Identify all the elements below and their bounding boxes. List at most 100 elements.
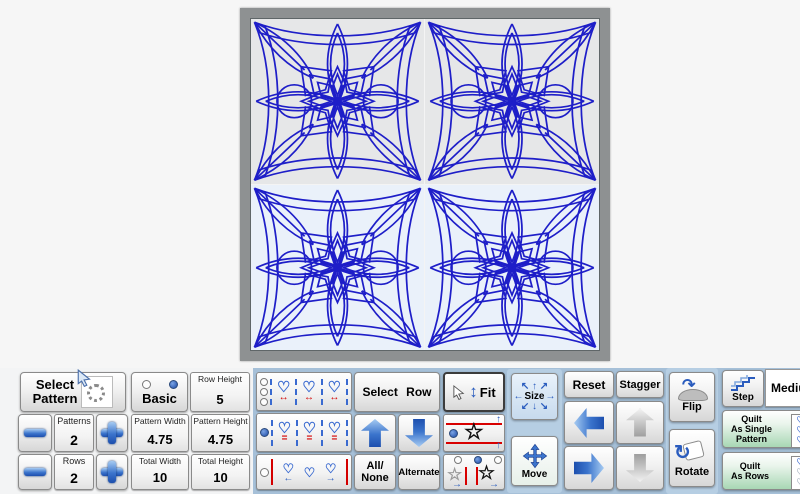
row-up-button[interactable]	[354, 414, 396, 452]
all-none-button[interactable]: All/ None	[354, 454, 396, 490]
dashed-line-icon	[346, 420, 348, 446]
quilt-pattern-block	[425, 19, 599, 184]
spacing-radios	[260, 378, 268, 406]
row-down-button[interactable]	[398, 414, 440, 452]
quilt-pattern-block	[251, 19, 424, 184]
step-button[interactable]: Step	[722, 370, 764, 407]
pattern-width-value: 4.75	[147, 433, 172, 449]
rows-increase-button[interactable]	[96, 454, 128, 490]
select-pattern-button[interactable]: Select Pattern	[20, 372, 126, 412]
select-row-button[interactable]: Select Row	[354, 372, 440, 412]
fit-button[interactable]: ↕ Fit	[443, 372, 505, 412]
total-height-field: Total Height 10	[191, 454, 250, 490]
size-button[interactable]: ↖ ↑ ↗ ←Size→ ↙ ↓ ↘	[511, 373, 558, 420]
quilt-block-3[interactable]	[251, 185, 425, 351]
nudge-up-button[interactable]	[616, 401, 664, 444]
heart-icon: ♡	[304, 466, 316, 479]
reset-label: Reset	[573, 378, 606, 392]
quilt-block-1[interactable]	[251, 19, 425, 185]
rotate-icon: ↻	[677, 438, 707, 466]
basic-mode-button[interactable]: Basic	[131, 372, 188, 412]
dashed-line-icon	[321, 379, 323, 405]
right-arrow-icon: →	[326, 475, 336, 483]
cursor-icon	[452, 385, 467, 400]
radio-selected-icon[interactable]	[449, 429, 458, 438]
red-line-icon	[465, 467, 467, 485]
quilt-as-single-pattern-button[interactable]: Quilt As Single Pattern ♡♡♡ ♡♡♡ ♡♡♡	[722, 410, 800, 448]
spacing-option-equal-button[interactable]: ♡= ♡= ♡=	[256, 413, 352, 452]
quilt-preview-canvas[interactable]	[250, 18, 600, 351]
quilt-pattern-block	[425, 185, 599, 351]
radio-icon[interactable]	[260, 468, 269, 477]
fit-height-option-button[interactable]: ☆ ↑ ↑	[443, 414, 505, 452]
speed-value: Medium	[771, 381, 800, 395]
total-height-label: Total Height	[198, 457, 243, 466]
patterns-increase-button[interactable]	[96, 414, 128, 452]
mode-radio-off[interactable]	[142, 380, 151, 389]
rows-decrease-button[interactable]	[18, 454, 52, 490]
pattern-height-field: Pattern Height 4.75	[191, 414, 250, 452]
red-line-icon	[476, 467, 478, 485]
radio-icon[interactable]	[454, 456, 462, 464]
radio-icon[interactable]	[260, 378, 268, 386]
row-height-value: 5	[216, 393, 223, 409]
nudge-right-button[interactable]	[564, 446, 614, 490]
rows-label: Rows	[63, 457, 86, 466]
speed-selector[interactable]: Medium	[765, 369, 800, 407]
equal-spacing-icon: =	[332, 435, 338, 443]
flip-button[interactable]: ↷ Flip	[669, 372, 715, 422]
hand-cursor-icon	[76, 369, 94, 387]
left-arrow-icon	[574, 408, 604, 438]
radio-icon[interactable]	[260, 398, 268, 406]
step-label: Step	[732, 392, 754, 403]
pattern-height-label: Pattern Height	[193, 417, 247, 426]
reset-button[interactable]: Reset	[564, 371, 614, 398]
hearts-grid-rows-icon: ♡♡♡ ♡♡♡ ♡♡♡	[791, 456, 800, 490]
move-label: Move	[522, 469, 548, 480]
radio-icon[interactable]	[494, 456, 502, 464]
radio-icon[interactable]	[260, 388, 268, 396]
up-down-arrow-icon: ↕	[469, 382, 478, 402]
quilt-pattern-block	[251, 185, 424, 351]
app-window: Select Pattern Patterns 2 Rows	[0, 0, 800, 494]
total-width-label: Total Width	[139, 457, 181, 466]
quilt-block-4[interactable]	[425, 185, 599, 351]
pattern-width-field: Pattern Width 4.75	[131, 414, 189, 452]
pattern-align-option-button[interactable]: ☆ → ☆ →	[443, 454, 505, 490]
move-cross-icon	[522, 443, 548, 469]
patterns-label: Patterns	[57, 417, 91, 426]
size-arrows-icon: ↖ ↑ ↗	[521, 382, 548, 392]
right-arrow-icon: →	[452, 481, 462, 489]
rows-field: Rows 2	[54, 454, 94, 490]
nudge-down-button[interactable]	[616, 446, 664, 490]
up-arrow-gray-icon	[626, 409, 654, 437]
row-height-label: Row Height	[198, 375, 242, 384]
total-height-value: 10	[213, 471, 227, 487]
stagger-button[interactable]: Stagger	[616, 371, 664, 398]
move-button[interactable]: Move	[511, 436, 558, 486]
radio-selected-icon[interactable]	[260, 428, 269, 437]
rotate-button[interactable]: ↻ Rotate	[669, 429, 715, 487]
flip-label: Flip	[682, 401, 702, 413]
quilt-block-2[interactable]	[425, 19, 599, 185]
pattern-wreath-icon	[81, 376, 113, 408]
minus-icon	[24, 429, 46, 437]
spacing-option-width-button[interactable]: ♡↔ ♡↔ ♡↔	[256, 372, 352, 411]
quilt-as-rows-button[interactable]: Quilt As Rows ♡♡♡ ♡♡♡ ♡♡♡	[722, 452, 800, 490]
nudge-left-button[interactable]	[564, 401, 614, 444]
mode-radio-on[interactable]	[169, 380, 178, 389]
hearts-grid-icon: ♡♡♡ ♡♡♡ ♡♡♡	[791, 414, 800, 448]
dashed-line-icon	[295, 379, 297, 405]
spacing-option-edges-button[interactable]: ♡← ♡ ♡→	[256, 454, 352, 490]
quilt-rows-label: Quilt As Rows	[731, 461, 769, 481]
up-arrow-icon: ↑	[496, 442, 501, 450]
alternate-button[interactable]: Alternate	[398, 454, 440, 490]
size-arrows-icon: ↙ ↓ ↘	[521, 402, 548, 412]
select-row-label: Select Row	[362, 385, 431, 399]
plus-icon	[101, 461, 123, 483]
h-spacing-arrow-icon: ↔	[329, 394, 339, 402]
patterns-decrease-button[interactable]	[18, 414, 52, 452]
pattern-height-value: 4.75	[208, 433, 233, 449]
quilt-preview-frame	[240, 8, 610, 361]
patterns-field: Patterns 2	[54, 414, 94, 452]
